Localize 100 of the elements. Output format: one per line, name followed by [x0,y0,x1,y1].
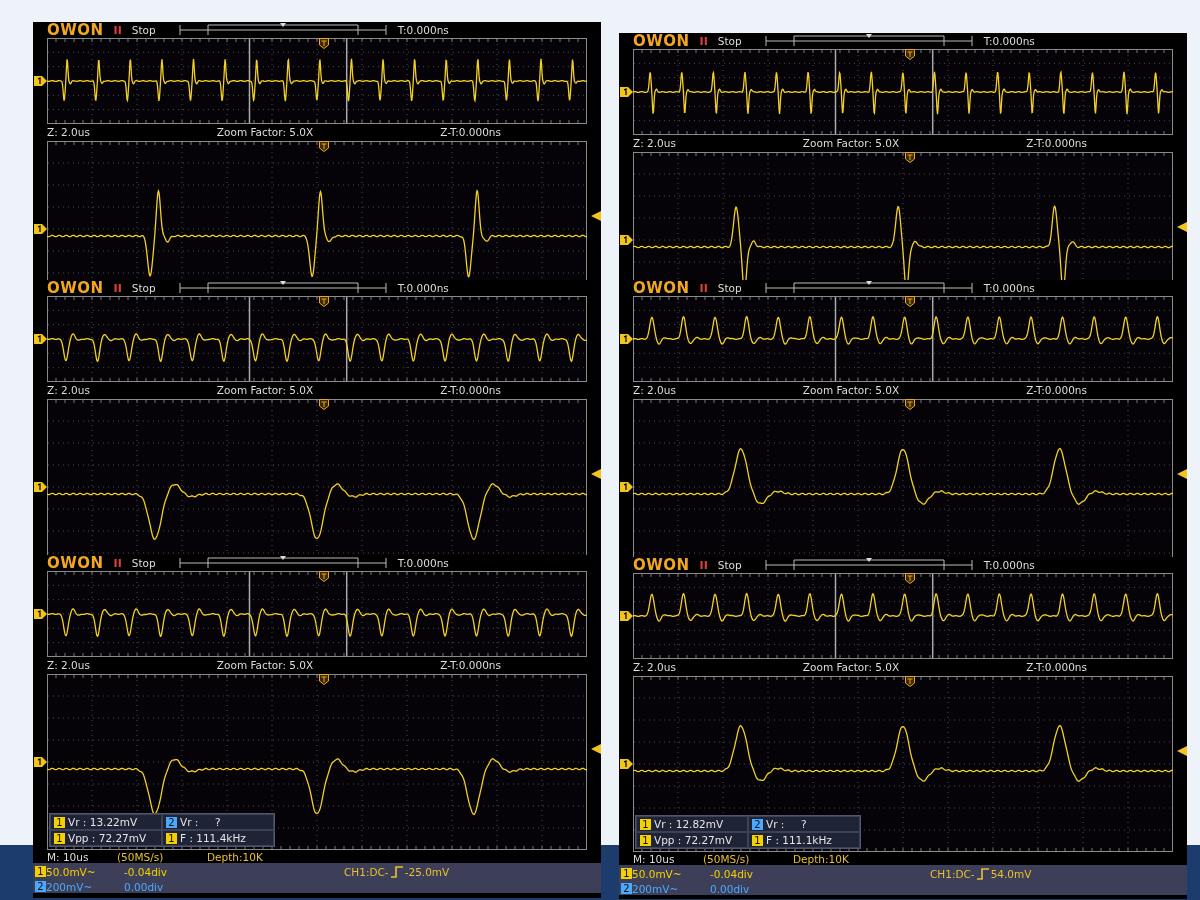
acquisition-timebase: M: 10us [633,852,676,865]
memory-position-icon [177,23,388,37]
brand-logo: OWON [633,557,690,573]
trigger-level-icon [591,211,601,221]
channel-offset: 0.00div [710,882,751,895]
trigger-marker-icon [905,152,915,163]
trigger-time: T:0.000ns [983,282,1035,294]
measurement-readout: 1 Vpp : 72.27mV [50,830,162,846]
channel-scale: 50.0mV~ [632,867,683,880]
zoom-timebase: Z: 2.0us [47,125,90,138]
pause-indicator: II [699,281,708,295]
run-state: Stop [131,24,157,36]
zoom-timebase: Z: 2.0us [633,383,676,396]
trigger-level-icon [1177,222,1187,232]
channel-badge: 1 [166,832,177,844]
trigger-marker-icon [905,676,915,687]
run-state: Stop [717,559,743,571]
trigger-source: CH1:DC- [344,865,389,878]
trigger-marker-icon [319,571,329,582]
trigger-time: T:0.000ns [397,557,449,569]
zoom-trigger-time: Z-T:0.000ns [440,125,501,138]
channel-badge: 1 [752,834,763,846]
trigger-level: -25.0mV [404,865,450,878]
trigger-time: T:0.000ns [983,35,1035,47]
trigger-marker-icon [905,296,915,307]
measurement-readout: 2 Vr : ? [162,814,274,830]
trigger-marker-icon [319,141,329,152]
brand-logo: OWON [47,280,104,296]
trigger-marker-icon [319,399,329,410]
pause-indicator: II [699,34,708,48]
pause-indicator: II [699,558,708,572]
zoom-trigger-time: Z-T:0.000ns [1026,660,1087,673]
trigger-marker-icon [905,49,915,60]
trigger-level: 54.0mV [990,867,1032,880]
channel-offset: -0.04div [124,865,168,878]
channel-badge: 2 [35,881,46,892]
measurement-readout: 1 F : 111.4kHz [162,830,274,846]
brand-logo: OWON [47,22,104,38]
zoom-factor: Zoom Factor: 5.0X [216,383,314,396]
memory-depth: Depth:10K [793,852,849,865]
channel-badge: 2 [166,816,177,828]
measurement-readout: 1 Vr : 13.22mV [50,814,162,830]
zoom-timebase: Z: 2.0us [633,136,676,149]
brand-logo: OWON [47,555,104,571]
memory-depth: Depth:10K [207,850,263,863]
zoom-factor: Zoom Factor: 5.0X [216,658,314,671]
trigger-marker-icon [319,674,329,685]
memory-position-icon [763,281,974,295]
channel-badge: 1 [621,868,632,879]
run-state: Stop [717,35,743,47]
brand-logo: OWON [633,280,690,296]
measurement-readout: 2 Vr : ? [748,816,860,832]
zoom-trigger-time: Z-T:0.000ns [440,658,501,671]
measurement-readout: 1 Vpp : 72.27mV [636,832,748,848]
trigger-level-icon [591,469,601,479]
zoom-timebase: Z: 2.0us [47,383,90,396]
trigger-marker-icon [905,573,915,584]
channel-badge: 1 [640,834,651,846]
memory-position-icon [763,558,974,572]
memory-position-icon [177,556,388,570]
trigger-time: T:0.000ns [397,282,449,294]
channel-badge: 1 [35,866,46,877]
trigger-marker-icon [319,38,329,49]
zoom-factor: Zoom Factor: 5.0X [802,660,900,673]
pause-indicator: II [113,281,122,295]
measurement-readout: 1 Vr : 12.82mV [636,816,748,832]
channel-badge: 1 [640,818,651,830]
trigger-time: T:0.000ns [397,24,449,36]
channel-offset: -0.04div [710,867,754,880]
trigger-level-icon [591,744,601,754]
channel-badge: 1 [54,816,65,828]
memory-position-icon [763,34,974,48]
zoom-trigger-time: Z-T:0.000ns [1026,136,1087,149]
channel-badge: 1 [54,832,65,844]
zoom-trigger-time: Z-T:0.000ns [1026,383,1087,396]
trigger-marker-icon [905,399,915,410]
channel-scale: 200mV~ [632,882,680,895]
pause-indicator: II [113,556,122,570]
acquisition-timebase: M: 10us [47,850,90,863]
trigger-time: T:0.000ns [983,559,1035,571]
memory-position-icon [177,281,388,295]
rising-edge-icon [976,867,989,880]
channel-offset: 0.00div [124,880,165,893]
run-state: Stop [717,282,743,294]
zoom-factor: Zoom Factor: 5.0X [216,125,314,138]
sample-rate: (50MS/s) [117,850,165,863]
zoom-factor: Zoom Factor: 5.0X [802,383,900,396]
channel-badge: 2 [752,818,763,830]
trigger-source: CH1:DC- [930,867,975,880]
measurement-readout: 1 F : 111.1kHz [748,832,860,848]
run-state: Stop [131,282,157,294]
run-state: Stop [131,557,157,569]
channel-scale: 50.0mV~ [46,865,97,878]
trigger-level-icon [1177,746,1187,756]
zoom-trigger-time: Z-T:0.000ns [440,383,501,396]
trigger-level-icon [1177,469,1187,479]
trigger-marker-icon [319,296,329,307]
sample-rate: (50MS/s) [703,852,751,865]
brand-logo: OWON [633,33,690,49]
channel-badge: 2 [621,883,632,894]
